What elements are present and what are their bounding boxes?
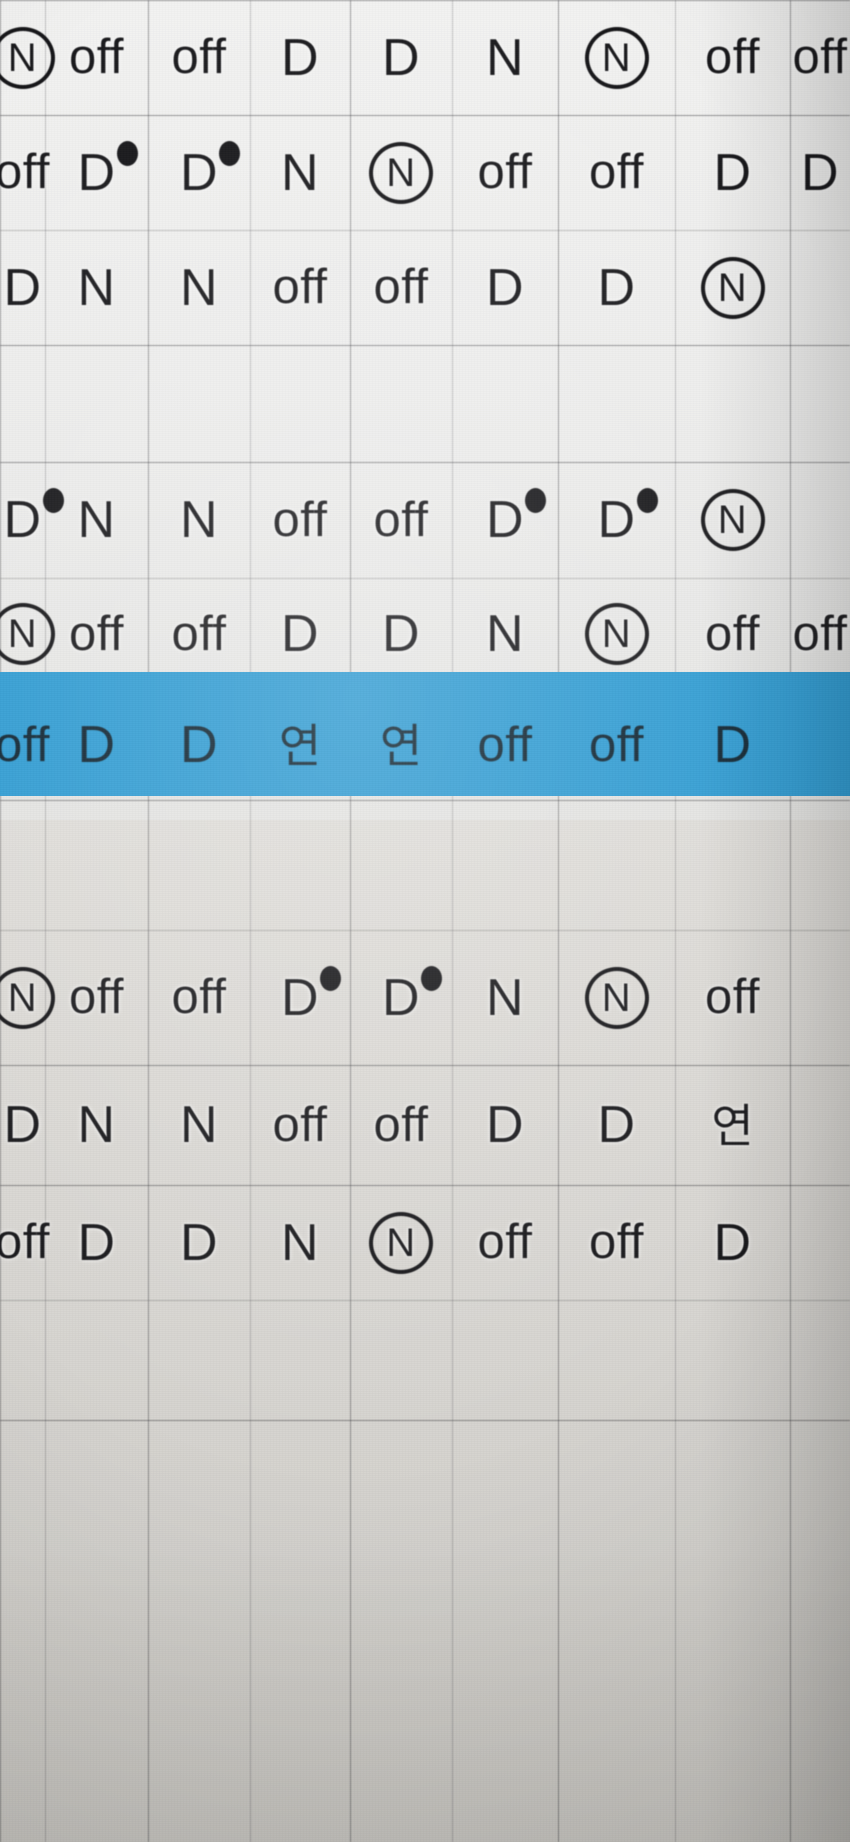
cell-label: N — [485, 968, 525, 1027]
cell-label: D — [179, 1213, 219, 1272]
circled-night-shift-icon: N — [584, 966, 649, 1029]
cell-token: off — [272, 1097, 328, 1152]
cell-token: 연 — [711, 1099, 753, 1151]
schedule-cell-r9-c1[interactable]: N — [45, 1065, 148, 1185]
schedule-cell-r9-c3[interactable]: off — [250, 1065, 350, 1185]
cell-token: off — [171, 973, 226, 1022]
schedule-cell-r9-c0[interactable]: D — [0, 1065, 45, 1185]
cell-label: off — [0, 717, 51, 772]
schedule-cell-r9-c4[interactable]: off — [350, 1065, 452, 1185]
cell-label: off — [373, 1097, 429, 1152]
dot-marker-icon — [421, 965, 443, 991]
schedule-cell-r8-c4[interactable]: D — [350, 930, 452, 1065]
cell-label: N — [179, 1096, 219, 1154]
cell-token: N — [584, 966, 649, 1029]
cell-token: off — [477, 1218, 532, 1267]
cell-label: 연 — [278, 720, 322, 772]
schedule-cell-r8-c3[interactable]: D — [250, 930, 350, 1065]
cell-label: off — [704, 970, 761, 1024]
dot-marker-icon — [320, 965, 342, 991]
cell-label: N — [77, 1096, 116, 1154]
schedule-cell-r8-c0[interactable]: N — [0, 930, 55, 1065]
cell-label: D — [280, 968, 320, 1027]
schedule-cell-r8-c6[interactable]: N — [558, 930, 675, 1065]
schedule-cell-r8-c2[interactable]: off — [148, 930, 250, 1065]
schedule-cell-r8-c1[interactable]: off — [45, 930, 148, 1065]
cell-token: D — [180, 1217, 218, 1269]
schedule-cell-r6-c7[interactable]: D — [675, 690, 790, 800]
cell-token: off — [373, 1097, 429, 1152]
cell-label: N — [280, 1213, 320, 1272]
schedule-cell-r9-c7[interactable]: 연 — [675, 1065, 790, 1185]
cell-token: off — [477, 717, 533, 772]
cell-token: D — [713, 719, 751, 771]
cell-label: D — [3, 1096, 42, 1154]
cell-label: off — [588, 1215, 645, 1269]
cell-token: D — [486, 1099, 524, 1151]
schedule-cell-r6-c1[interactable]: D — [45, 690, 148, 800]
cell-token: off — [69, 973, 124, 1022]
schedule-cell-r10-c5[interactable]: off — [452, 1185, 558, 1300]
schedule-cell-r8-c5[interactable]: N — [452, 930, 558, 1065]
schedule-cell-r10-c3[interactable]: N — [250, 1185, 350, 1300]
cell-label: D — [713, 716, 752, 774]
schedule-cell-r6-c2[interactable]: D — [148, 690, 250, 800]
cell-token: D — [3, 1099, 41, 1151]
schedule-cell-r10-c6[interactable]: off — [558, 1185, 675, 1300]
cell-label: off — [477, 717, 533, 772]
cell-label: D — [77, 716, 116, 774]
cell-label: 연 — [379, 720, 423, 772]
cell-label: off — [171, 970, 227, 1024]
cell-label: D — [77, 1213, 116, 1272]
cell-token: off — [588, 717, 645, 772]
cell-label: off — [0, 1215, 51, 1269]
schedule-cell-r10-c4[interactable]: N — [350, 1185, 452, 1300]
cell-token: D — [381, 965, 443, 1027]
cell-token: 연 — [279, 719, 321, 771]
schedule-cell-r10-c0[interactable]: off — [0, 1185, 50, 1300]
schedule-cell-r10-c2[interactable]: D — [148, 1185, 250, 1300]
schedule-cell-r6-c0[interactable]: off — [0, 690, 50, 800]
cell-token: N — [369, 1211, 433, 1274]
cell-label: D — [597, 1096, 636, 1154]
cell-label: D — [179, 716, 219, 774]
cell-label: 연 — [711, 1100, 754, 1152]
schedule-cell-r6-c5[interactable]: off — [452, 690, 558, 800]
cell-token: D — [180, 719, 218, 771]
schedule-cell-r9-c5[interactable]: D — [452, 1065, 558, 1185]
cell-label: off — [68, 970, 125, 1024]
schedule-cell-r6-c4[interactable]: 연 — [350, 690, 452, 800]
cell-token: D — [280, 965, 342, 1027]
schedule-photo: Noff off D D N Noff off off D D N Noff off D D D N Noff of… — [0, 0, 850, 1842]
cell-label: D — [713, 1213, 752, 1272]
cell-token: off — [705, 973, 760, 1022]
schedule-cell-r10-c1[interactable]: D — [45, 1185, 148, 1300]
circled-night-shift-icon: N — [369, 1211, 433, 1274]
cell-label: D — [381, 968, 421, 1027]
schedule-cell-r8-c7[interactable]: off — [675, 930, 790, 1065]
cell-label: off — [588, 717, 645, 772]
schedule-cell-r6-c6[interactable]: off — [558, 690, 675, 800]
highlighted-row-text: off D D 연 연 off off D — [0, 0, 850, 1842]
cell-token: N — [180, 1099, 218, 1151]
schedule-cell-r9-c6[interactable]: D — [558, 1065, 675, 1185]
cell-label: off — [272, 1097, 328, 1152]
cell-token: N — [486, 972, 524, 1024]
cell-token: N — [77, 1099, 115, 1151]
schedule-cell-r6-c3[interactable]: 연 — [250, 690, 350, 800]
schedule-cell-r10-c7[interactable]: D — [675, 1185, 790, 1300]
cell-token: 연 — [380, 719, 422, 771]
cell-token: off — [589, 1218, 644, 1267]
cell-token: off — [0, 717, 51, 772]
schedule-cell-r9-c2[interactable]: N — [148, 1065, 250, 1185]
cell-token: D — [77, 719, 115, 771]
cell-token: D — [597, 1099, 635, 1151]
cell-label: D — [485, 1096, 525, 1154]
cell-token: D — [77, 1217, 115, 1269]
cell-token: D — [713, 1217, 751, 1269]
cell-token: off — [0, 1218, 50, 1267]
cell-label: off — [477, 1215, 533, 1269]
cell-token: N — [281, 1217, 319, 1269]
